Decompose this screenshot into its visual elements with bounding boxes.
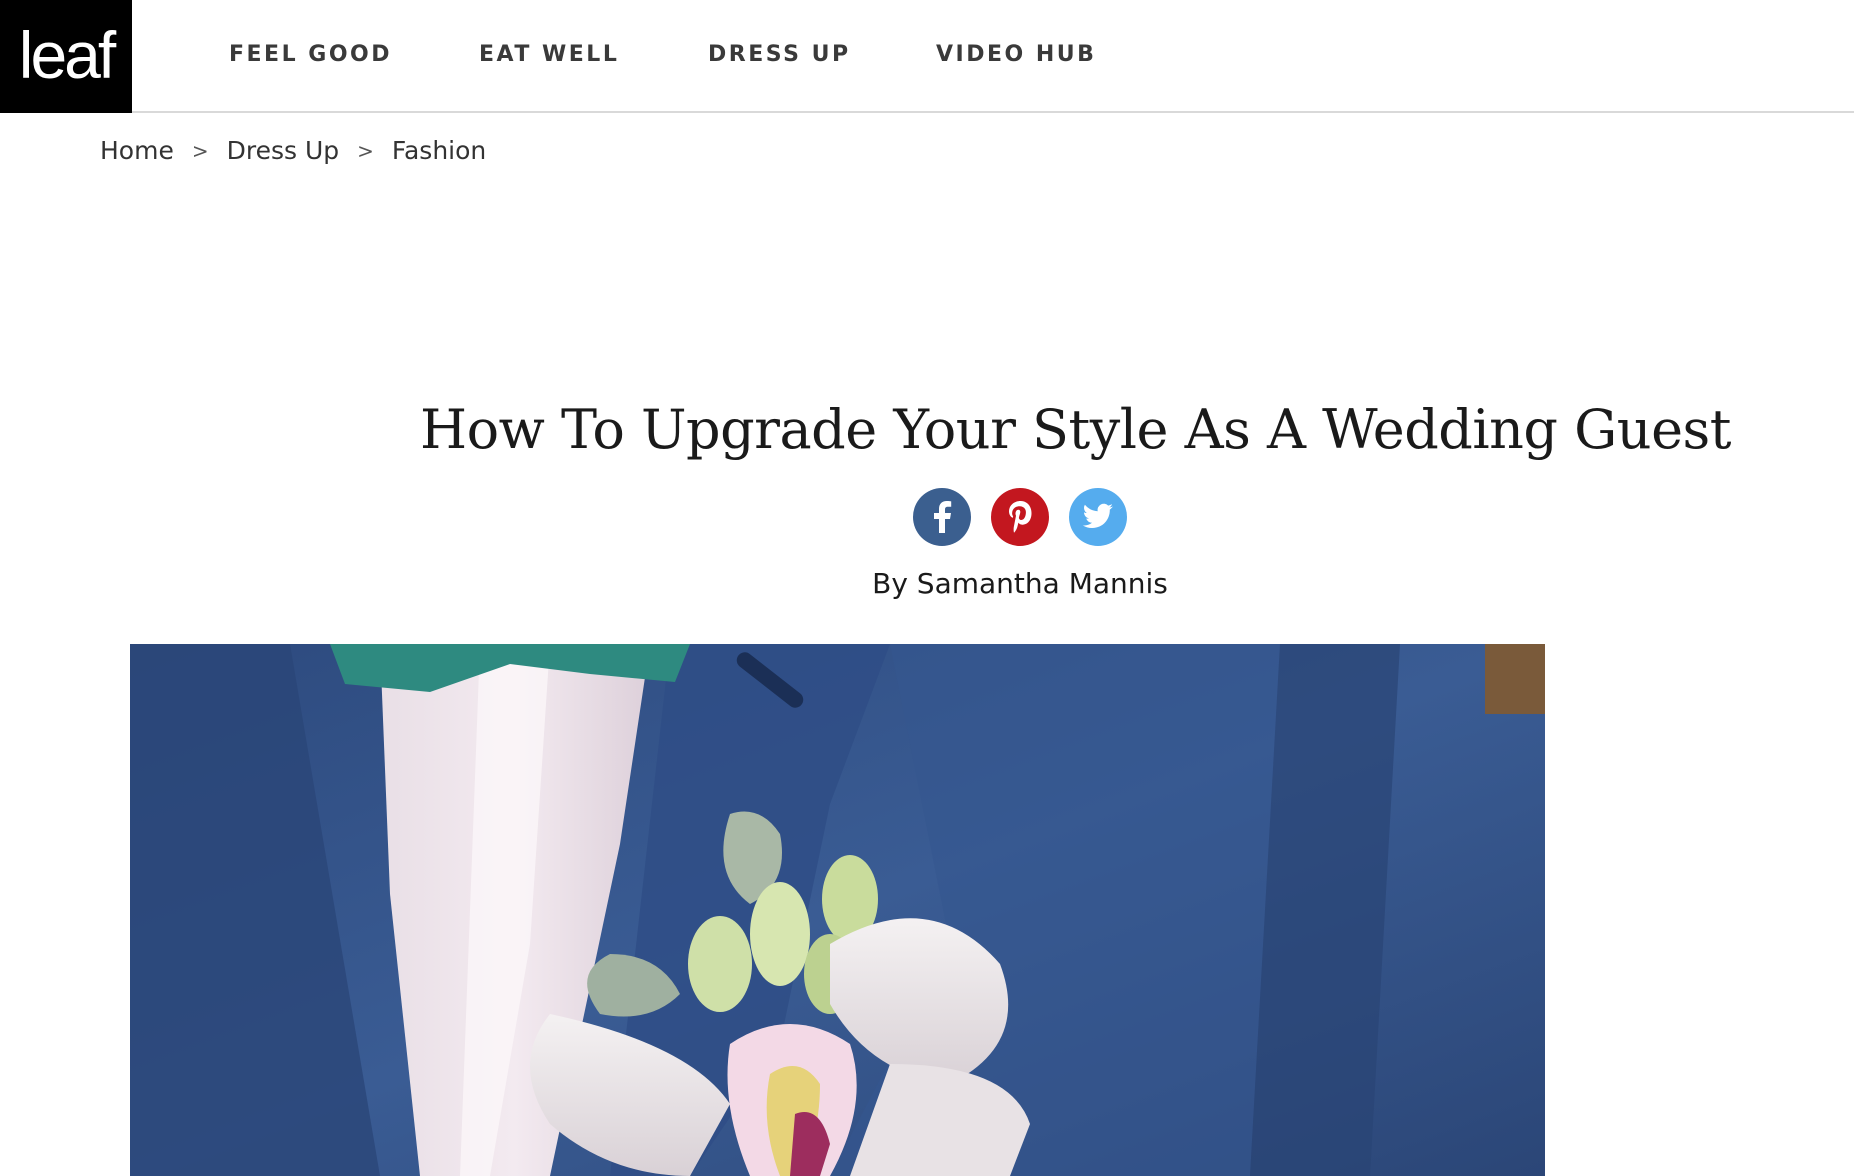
pinterest-icon xyxy=(1009,501,1032,533)
article-title: How To Upgrade Your Style As A Wedding G… xyxy=(420,398,1731,461)
breadcrumb-separator: > xyxy=(357,138,374,163)
nav-item-feel-good[interactable]: FEEL GOOD xyxy=(229,42,392,67)
breadcrumb-dress-up[interactable]: Dress Up xyxy=(227,136,340,165)
site-logo[interactable]: leaf xyxy=(0,0,132,113)
facebook-share-button[interactable] xyxy=(913,488,971,546)
breadcrumb: Home > Dress Up > Fashion xyxy=(100,136,486,165)
nav-item-dress-up[interactable]: DRESS UP xyxy=(708,42,851,67)
breadcrumb-fashion[interactable]: Fashion xyxy=(392,136,486,165)
article-byline: By Samantha Mannis xyxy=(872,567,1168,600)
nav-item-eat-well[interactable]: EAT WELL xyxy=(479,42,619,67)
hero-image xyxy=(130,644,1545,1176)
twitter-icon xyxy=(1082,503,1113,529)
breadcrumb-separator: > xyxy=(191,138,209,163)
breadcrumb-home[interactable]: Home xyxy=(100,136,174,165)
photo-suit-boutonniere xyxy=(130,644,1545,1176)
logo-text: leaf xyxy=(18,17,116,92)
facebook-icon xyxy=(934,501,952,533)
top-navigation-bar: leaf FEEL GOOD EAT WELL DRESS UP VIDEO H… xyxy=(0,0,1854,113)
twitter-share-button[interactable] xyxy=(1069,488,1127,546)
nav-item-video-hub[interactable]: VIDEO HUB xyxy=(936,42,1096,67)
pinterest-share-button[interactable] xyxy=(991,488,1049,546)
